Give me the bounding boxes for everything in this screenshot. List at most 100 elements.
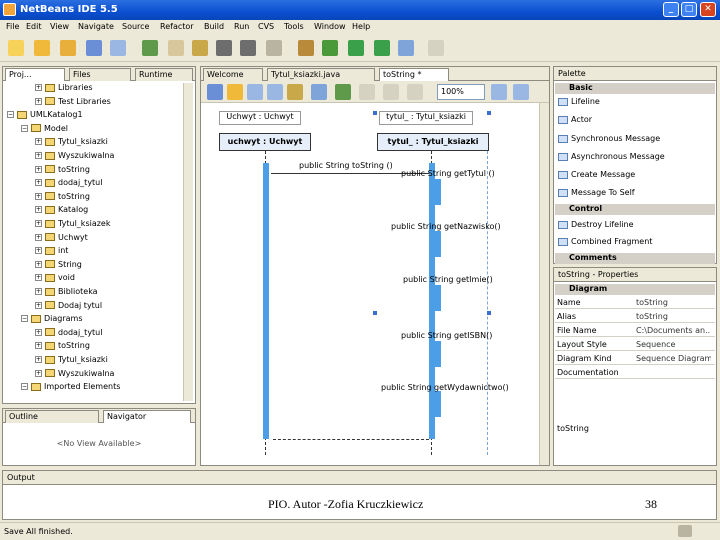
palette-lifeline[interactable]: Lifeline — [558, 97, 600, 106]
pan-icon[interactable] — [227, 84, 243, 100]
expand-toggle-icon[interactable]: + — [35, 274, 42, 282]
tree-item[interactable]: + String — [35, 260, 82, 273]
expand-toggle-icon[interactable]: + — [35, 247, 42, 255]
property-row[interactable]: File Name C:\Documents an... — [555, 324, 715, 337]
tree-item[interactable]: + int — [35, 246, 68, 259]
tree-item[interactable]: + dodaj_tytul — [35, 178, 102, 191]
tab-runtime[interactable]: Runtime — [135, 68, 193, 81]
palette-combined-fragment[interactable]: Combined Fragment — [558, 237, 652, 246]
expand-toggle-icon[interactable]: + — [35, 220, 42, 227]
save-all-icon[interactable] — [86, 40, 102, 56]
select-icon[interactable] — [207, 84, 223, 100]
profile-icon[interactable] — [398, 40, 414, 56]
zoom-in-icon[interactable] — [247, 84, 263, 100]
new-project-icon[interactable] — [34, 40, 50, 56]
expand-toggle-icon[interactable]: − — [21, 124, 28, 132]
maximize-button[interactable]: □ — [681, 2, 697, 17]
tab-projects[interactable]: Proj... — [5, 68, 65, 81]
tree-item[interactable]: + Uchwyt — [35, 233, 88, 246]
message-get-nazwisko[interactable]: public String getNazwisko() — [391, 222, 501, 231]
lifeline-tytul-label[interactable]: tytul_ : Tytul_ksiazki — [379, 111, 473, 125]
selection-handle[interactable] — [373, 111, 377, 115]
close-button[interactable]: ✕ — [700, 2, 716, 17]
properties-diagram-section[interactable]: Diagram — [555, 284, 715, 295]
tab-tostring[interactable]: toString * — [379, 68, 449, 81]
menu-navigate[interactable]: Navigate — [78, 22, 114, 31]
property-row[interactable]: Layout Style Sequence — [555, 338, 715, 351]
navigate-icon[interactable] — [407, 84, 423, 100]
expand-toggle-icon[interactable]: + — [35, 356, 42, 363]
menu-window[interactable]: Window — [314, 22, 346, 31]
selection-handle[interactable] — [487, 111, 491, 115]
tree-item[interactable]: + Katalog — [35, 205, 88, 218]
property-value[interactable]: Sequence Diagram — [636, 354, 711, 363]
expand-toggle-icon[interactable]: − — [7, 111, 14, 119]
tree-item[interactable]: + Tytul_ksiazek — [35, 219, 110, 232]
zoom-minus-icon[interactable] — [513, 84, 529, 100]
expand-toggle-icon[interactable]: − — [21, 383, 28, 391]
palette-comments-section[interactable]: Comments — [555, 253, 715, 264]
zoom-select[interactable]: 100% — [437, 84, 485, 100]
menu-edit[interactable]: Edit — [26, 22, 42, 31]
object-tytul[interactable]: tytul_ : Tytul_ksiazki — [377, 133, 489, 151]
expand-toggle-icon[interactable]: + — [35, 84, 42, 91]
palette-basic-section[interactable]: Basic — [555, 83, 715, 94]
extra-tool-icon[interactable] — [428, 40, 444, 56]
expand-toggle-icon[interactable]: + — [35, 97, 42, 105]
menu-run[interactable]: Run — [234, 22, 249, 31]
tree-item[interactable]: + toString — [35, 341, 90, 354]
tab-welcome[interactable]: Welcome — [203, 68, 263, 81]
palette-create-message[interactable]: Create Message — [558, 170, 635, 179]
tree-scrollbar[interactable] — [183, 83, 193, 401]
palette-message-to-self[interactable]: Message To Self — [558, 188, 635, 197]
expand-toggle-icon[interactable]: + — [35, 288, 42, 295]
tree-item[interactable]: + dodaj_tytul — [35, 328, 102, 341]
message-get-isbn[interactable]: public String getISBN() — [401, 331, 492, 340]
diagram-canvas[interactable]: Uchwyt : Uchwyt tytul_ : Tytul_ksiazki u… — [201, 103, 539, 465]
menu-refactor[interactable]: Refactor — [160, 22, 194, 31]
menu-file[interactable]: File — [6, 22, 19, 31]
message-get-imie[interactable]: public String getImie() — [403, 275, 493, 284]
overview-icon[interactable] — [383, 84, 399, 100]
tree-item[interactable]: + Test Libraries — [35, 97, 111, 110]
activation-left[interactable] — [263, 163, 269, 439]
tree-item[interactable]: + Wyszukiwalna — [35, 151, 114, 164]
tab-navigator[interactable]: Navigator — [103, 410, 191, 423]
menu-tools[interactable]: Tools — [284, 22, 304, 31]
property-value[interactable]: Sequence — [636, 340, 711, 349]
selection-handle[interactable] — [373, 311, 377, 315]
message-get-tytul[interactable]: public String getTytul () — [401, 169, 495, 178]
expand-toggle-icon[interactable]: + — [35, 342, 42, 350]
selection-handle[interactable] — [487, 311, 491, 315]
move-icon[interactable] — [287, 84, 303, 100]
paste-icon[interactable] — [192, 40, 208, 56]
expand-toggle-icon[interactable]: + — [35, 152, 42, 159]
stop-icon[interactable] — [266, 40, 282, 56]
activation-get-wydawnictwo[interactable] — [435, 391, 441, 417]
property-row[interactable]: Documentation — [555, 366, 715, 379]
property-row[interactable]: Diagram Kind Sequence Diagram — [555, 352, 715, 365]
fit-icon[interactable] — [311, 84, 327, 100]
expand-toggle-icon[interactable]: + — [35, 328, 42, 336]
activation-get-isbn[interactable] — [435, 341, 441, 367]
tree-item[interactable]: + toString — [35, 165, 90, 178]
activation-get-nazwisko[interactable] — [435, 231, 441, 257]
tree-item[interactable]: + Tytul_ksiazki — [35, 137, 108, 150]
zoom-plus-icon[interactable] — [491, 84, 507, 100]
tree-item[interactable]: + Wyszukiwalna — [35, 369, 114, 382]
menu-view[interactable]: View — [50, 22, 69, 31]
redo-icon[interactable] — [240, 40, 256, 56]
message-tostring[interactable]: public String toString () — [299, 161, 393, 170]
build-icon[interactable] — [298, 40, 314, 56]
diagram-scrollbar[interactable] — [539, 103, 549, 465]
expand-toggle-icon[interactable]: + — [35, 138, 42, 146]
expand-toggle-icon[interactable]: + — [35, 301, 42, 309]
palette-async-message[interactable]: Asynchronous Message — [558, 152, 665, 161]
expand-toggle-icon[interactable]: + — [35, 179, 42, 187]
tree-item[interactable]: − Imported Elements — [21, 382, 120, 395]
tree-item[interactable]: + toString — [35, 192, 90, 205]
expand-toggle-icon[interactable]: + — [35, 206, 42, 214]
debug-icon[interactable] — [374, 40, 390, 56]
tab-outline[interactable]: Outline — [5, 410, 99, 423]
menu-build[interactable]: Build — [204, 22, 224, 31]
